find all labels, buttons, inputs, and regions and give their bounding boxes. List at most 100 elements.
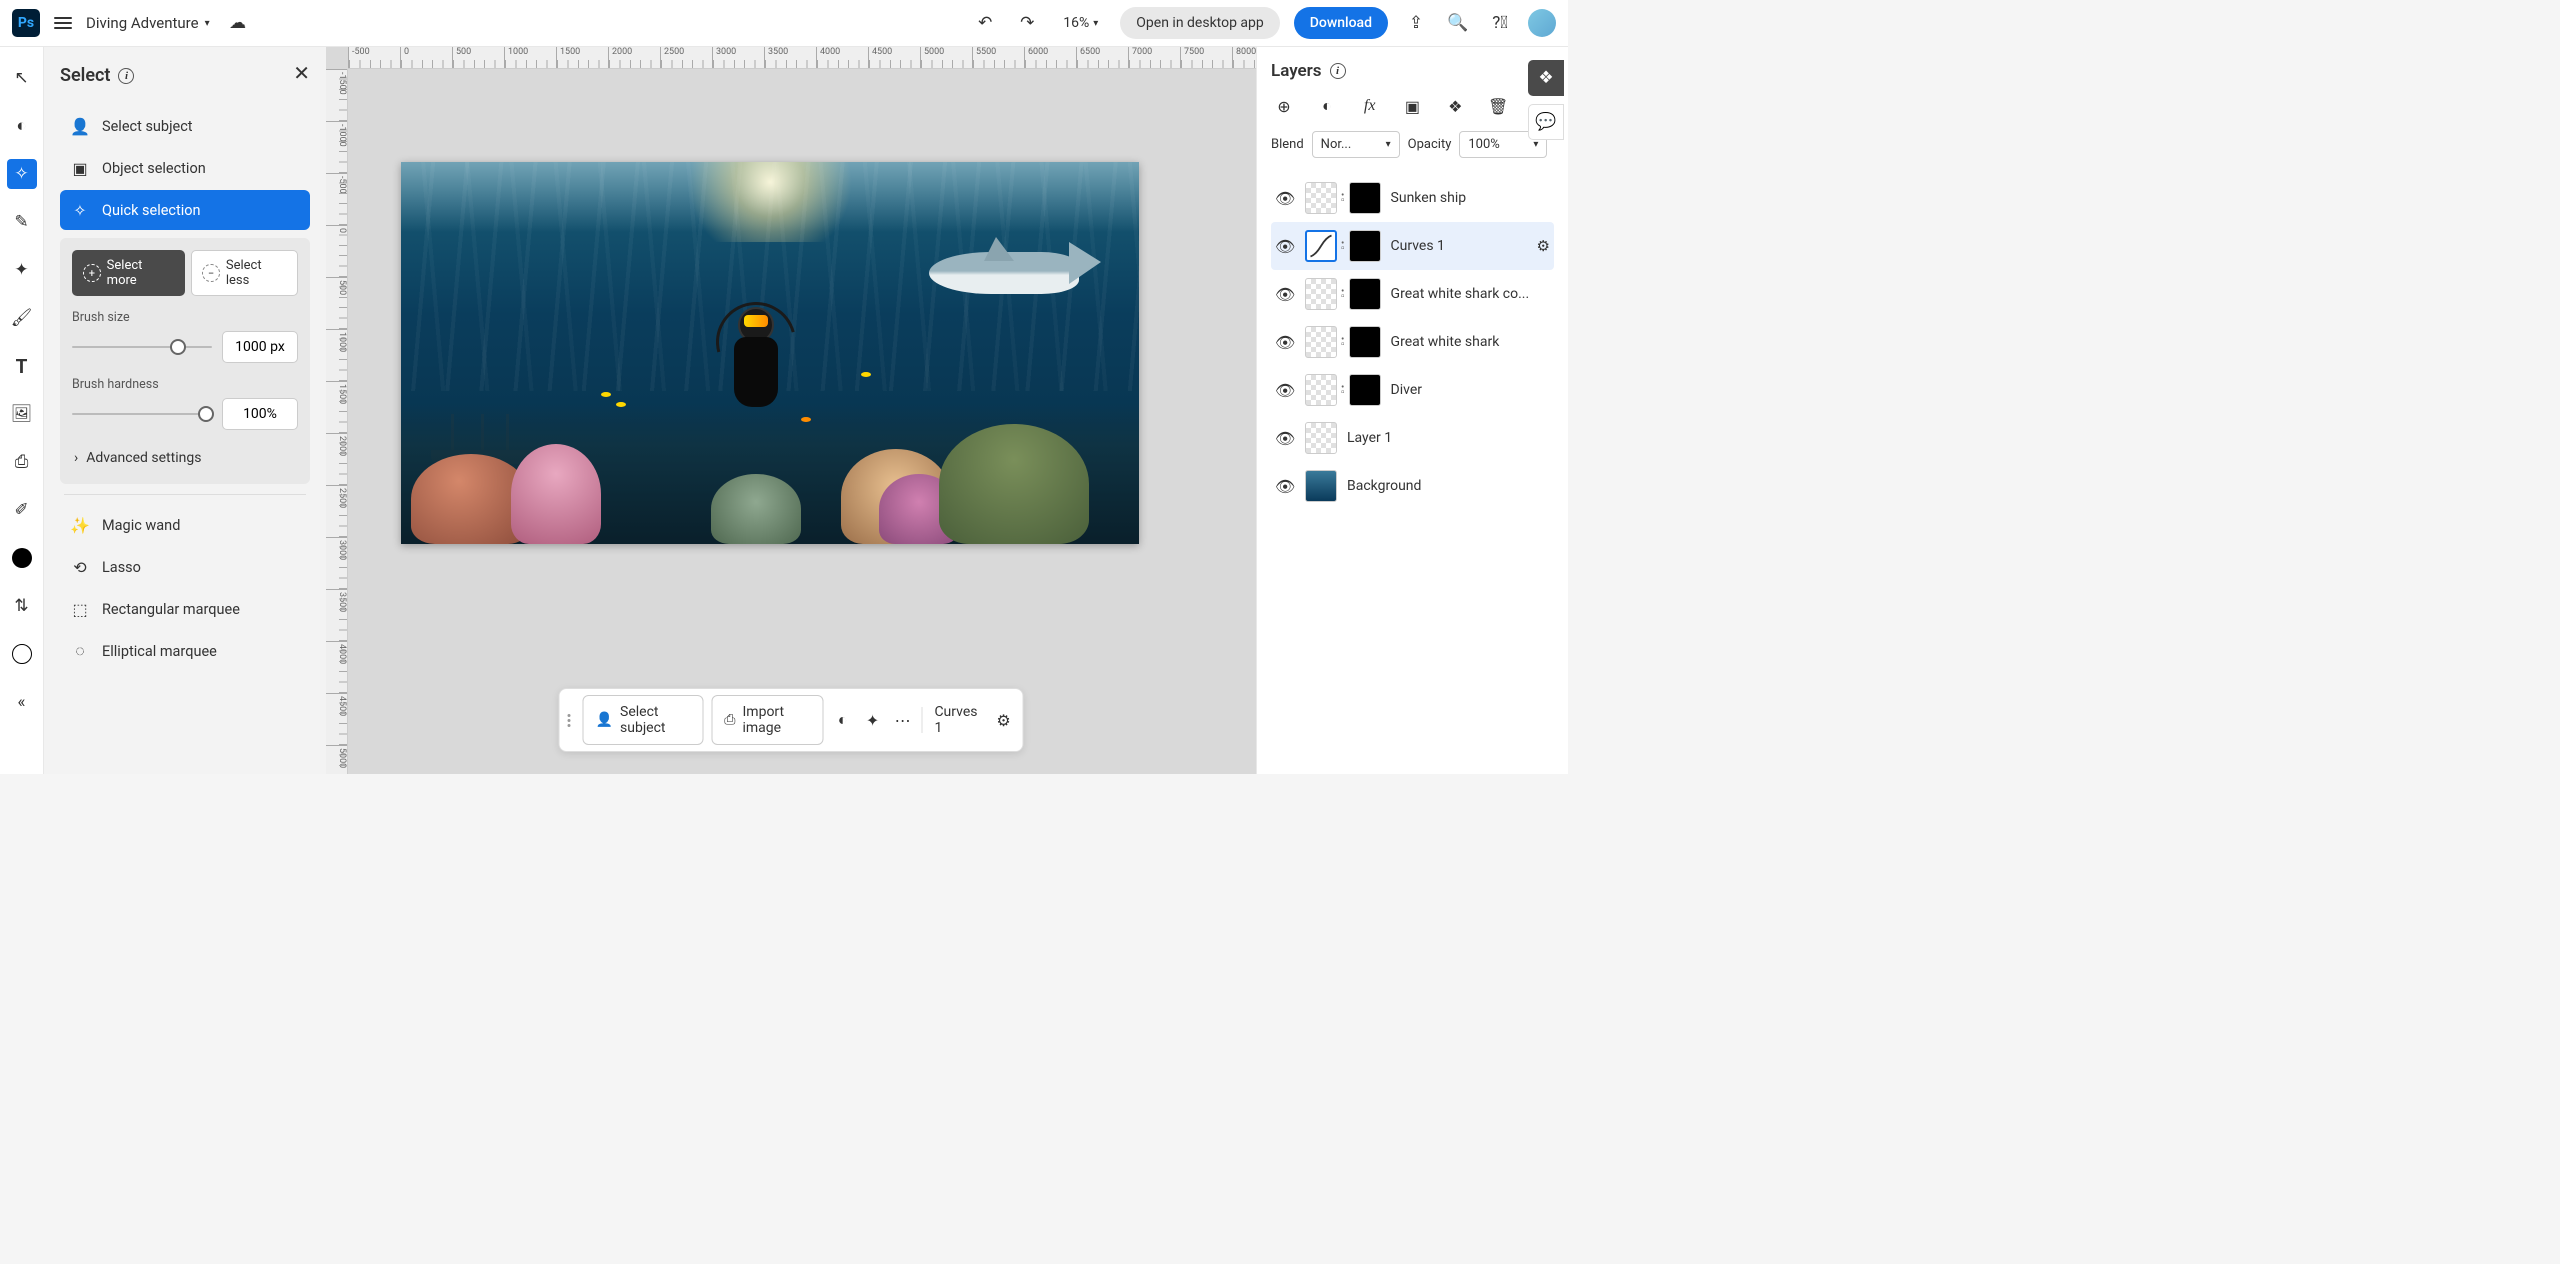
link-icon[interactable]: •▫ <box>1341 241 1345 251</box>
link-icon[interactable]: •▫ <box>1341 289 1345 299</box>
link-icon[interactable]: •▫ <box>1341 385 1345 395</box>
quick-selection-item[interactable]: ✧ Quick selection <box>60 190 310 230</box>
download-button[interactable]: Download <box>1294 7 1388 39</box>
right-side-tabs: ❖ 💬 <box>1528 60 1568 140</box>
chevron-down-icon: ▾ <box>1093 18 1098 29</box>
lasso-item[interactable]: ⟲ Lasso <box>60 547 310 587</box>
add-layer-icon[interactable]: ⊕ <box>1273 95 1295 117</box>
layer-row[interactable]: 👁Layer 1 <box>1271 414 1554 462</box>
image-tool-icon[interactable]: 🖼 <box>7 399 37 429</box>
visibility-icon[interactable]: 👁 <box>1275 285 1295 304</box>
layers-tab-icon[interactable]: ❖ <box>1528 60 1564 96</box>
layer-properties-icon[interactable]: ⚙ <box>1537 237 1550 255</box>
rectangular-marquee-item[interactable]: ⬚ Rectangular marquee <box>60 589 310 629</box>
help-icon[interactable]: ?⃝ <box>1486 9 1514 37</box>
layer-thumbnail[interactable] <box>1305 374 1337 406</box>
left-toolbar: ↖ ◐ ✧ ✎ ✦ 🖌 T 🖼 ⎙ ✐ ⇅ « <box>0 47 44 774</box>
mask-icon[interactable]: ▣ <box>1401 95 1423 117</box>
layer-properties-icon[interactable]: ⚙ <box>992 707 1014 733</box>
advanced-settings-toggle[interactable]: › Advanced settings <box>72 444 298 472</box>
collapse-toolbar-icon[interactable]: « <box>7 687 37 717</box>
heal-tool-icon[interactable]: ✎ <box>7 207 37 237</box>
group-icon[interactable]: ❖ <box>1444 95 1466 117</box>
layer-name: Diver <box>1391 382 1550 398</box>
visibility-icon[interactable]: 👁 <box>1275 189 1295 208</box>
select-subject-button[interactable]: 👤 Select subject <box>583 695 704 745</box>
layer-row[interactable]: 👁•▫Great white shark co... <box>1271 270 1554 318</box>
import-image-button[interactable]: ⎙ Import image <box>711 695 823 745</box>
adjust-icon[interactable]: ◐ <box>832 707 854 733</box>
comments-tab-icon[interactable]: 💬 <box>1528 104 1564 140</box>
brush-tool-icon[interactable]: 🖌 <box>7 303 37 333</box>
layer-thumbnail[interactable] <box>1305 326 1337 358</box>
layer-row[interactable]: 👁•▫Sunken ship <box>1271 174 1554 222</box>
layer-thumbnail[interactable] <box>1305 422 1337 454</box>
visibility-icon[interactable]: 👁 <box>1275 429 1295 448</box>
cloud-sync-icon[interactable]: ☁ <box>224 9 252 37</box>
undo-icon[interactable]: ↶ <box>971 9 999 37</box>
layer-row[interactable]: 👁•▫Great white shark <box>1271 318 1554 366</box>
visibility-icon[interactable]: 👁 <box>1275 477 1295 496</box>
mask-thumbnail[interactable] <box>1349 374 1381 406</box>
delete-icon[interactable]: 🗑 <box>1487 95 1509 117</box>
plus-circle-icon: + <box>83 264 101 282</box>
canvas-artboard[interactable] <box>401 162 1139 544</box>
zoom-control[interactable]: 16% ▾ <box>1063 15 1098 31</box>
mask-thumbnail[interactable] <box>1349 278 1381 310</box>
select-less-button[interactable]: − Select less <box>191 250 298 296</box>
mask-thumbnail[interactable] <box>1349 230 1381 262</box>
info-icon[interactable]: i <box>118 68 134 84</box>
visibility-icon[interactable]: 👁 <box>1275 333 1295 352</box>
type-tool-icon[interactable]: T <box>7 351 37 381</box>
menu-icon[interactable] <box>54 17 72 29</box>
user-avatar[interactable] <box>1528 9 1556 37</box>
layer-thumbnail[interactable] <box>1305 470 1337 502</box>
visibility-icon[interactable]: 👁 <box>1275 381 1295 400</box>
brush-hardness-slider[interactable] <box>72 413 212 415</box>
sparkle-tool-icon[interactable]: ✦ <box>7 255 37 285</box>
elliptical-marquee-item[interactable]: ◌ Elliptical marquee <box>60 631 310 671</box>
open-desktop-button[interactable]: Open in desktop app <box>1120 7 1279 39</box>
brush-hardness-label: Brush hardness <box>72 377 298 392</box>
person-icon: 👤 <box>70 116 90 136</box>
redo-icon[interactable]: ↷ <box>1013 9 1041 37</box>
adjust-tool-icon[interactable]: ◐ <box>7 111 37 141</box>
share-icon[interactable]: ⇪ <box>1402 9 1430 37</box>
layer-row[interactable]: 👁Background <box>1271 462 1554 510</box>
fx-icon[interactable]: fx <box>1359 95 1381 117</box>
layer-thumbnail[interactable] <box>1305 230 1337 262</box>
foreground-color[interactable] <box>7 543 37 573</box>
blend-mode-dropdown[interactable]: Nor...▾ <box>1312 131 1400 158</box>
more-icon[interactable]: ⋯ <box>892 707 914 733</box>
mask-thumbnail[interactable] <box>1349 182 1381 214</box>
mask-thumbnail[interactable] <box>1349 326 1381 358</box>
layer-row[interactable]: 👁 •▫ Diver <box>1271 366 1554 414</box>
search-icon[interactable]: 🔍 <box>1444 9 1472 37</box>
link-icon[interactable]: •▫ <box>1341 337 1345 347</box>
import-image-tool-icon[interactable]: ⎙ <box>7 447 37 477</box>
layer-row[interactable]: 👁•▫Curves 1⚙ <box>1271 222 1554 270</box>
quick-select-tool-icon[interactable]: ✧ <box>7 159 37 189</box>
move-tool-icon[interactable]: ↖ <box>7 63 37 93</box>
document-title[interactable]: Diving Adventure ▾ <box>86 14 210 32</box>
select-subject-item[interactable]: 👤 Select subject <box>60 106 310 146</box>
brush-hardness-input[interactable] <box>222 398 298 430</box>
sparkle-icon[interactable]: ✦ <box>862 707 884 733</box>
brush-size-input[interactable] <box>222 331 298 363</box>
layer-thumbnail[interactable] <box>1305 182 1337 214</box>
visibility-icon[interactable]: 👁 <box>1275 237 1295 256</box>
select-more-button[interactable]: + Select more <box>72 250 185 296</box>
close-panel-icon[interactable]: ✕ <box>293 61 310 85</box>
magic-wand-item[interactable]: ✨ Magic wand <box>60 505 310 545</box>
person-icon: 👤 <box>596 712 613 728</box>
link-icon[interactable]: •▫ <box>1341 193 1345 203</box>
swap-colors-icon[interactable]: ⇅ <box>7 591 37 621</box>
eyedropper-tool-icon[interactable]: ✐ <box>7 495 37 525</box>
background-color[interactable] <box>7 639 37 669</box>
info-icon[interactable]: i <box>1330 63 1346 79</box>
brush-size-slider[interactable] <box>72 346 212 348</box>
adjustment-layer-icon[interactable]: ◐ <box>1316 95 1338 117</box>
layer-thumbnail[interactable] <box>1305 278 1337 310</box>
drag-handle-icon[interactable] <box>568 714 573 727</box>
object-selection-item[interactable]: ▣ Object selection <box>60 148 310 188</box>
